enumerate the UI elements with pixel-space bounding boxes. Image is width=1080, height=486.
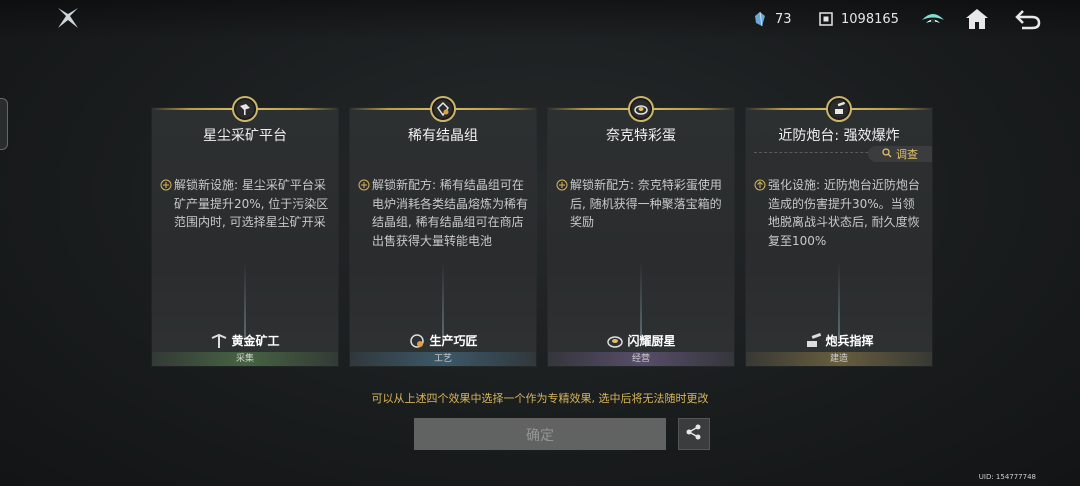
craftsman-icon [408, 333, 426, 349]
side-drawer-handle[interactable] [0, 98, 8, 150]
unlock-bullet-icon [160, 178, 172, 191]
artillery-icon [804, 332, 822, 349]
card-title: 奈克特彩蛋 [606, 128, 676, 144]
turret-badge-icon [826, 96, 852, 122]
chef-dish-icon [606, 333, 624, 349]
card-category: 采集 [152, 352, 338, 366]
card-title: 近防炮台: 强效爆炸 [778, 128, 900, 144]
crystal-icon [752, 11, 768, 27]
card-title: 星尘采矿平台 [203, 128, 287, 144]
magnifier-icon [882, 147, 892, 161]
confirm-button[interactable]: 确定 [414, 418, 666, 450]
card-title: 稀有结晶组 [408, 128, 478, 144]
inspect-button[interactable]: 调查 [868, 146, 932, 162]
share-button[interactable] [678, 418, 710, 450]
selection-hint: 可以从上述四个效果中选择一个作为专精效果, 选中后将无法随时更改 [371, 392, 709, 405]
card-description: 解锁新配方: 稀有结晶组可在电炉消耗各类结晶熔炼为稀有结晶组, 稀有结晶组可在商… [358, 176, 530, 250]
light-beam [838, 260, 840, 340]
card-description: 解锁新配方: 奈克特彩蛋使用后, 随机获得一种聚落宝箱的奖励 [556, 176, 728, 232]
resource-b: 1098165 [818, 11, 899, 27]
light-beam [244, 260, 246, 340]
light-beam [640, 260, 642, 340]
game-logo-icon[interactable] [56, 6, 80, 30]
resource-a: 73 [752, 11, 792, 27]
effect-card-mining[interactable]: 星尘采矿平台 解锁新设施: 星尘采矿平台采矿产量提升20%, 位于污染区范围内时… [152, 96, 338, 366]
card-category: 经营 [548, 352, 734, 366]
top-bar: 73 1098165 [0, 0, 1080, 40]
chip-icon [818, 11, 834, 27]
faction-icon[interactable] [920, 6, 946, 32]
card-role: 生产巧匠 [350, 332, 536, 349]
resource-a-value: 73 [775, 11, 792, 27]
upgrade-bullet-icon [754, 178, 766, 191]
card-role: 炮兵指挥 [746, 332, 932, 349]
mining-badge-icon [232, 96, 258, 122]
unlock-bullet-icon [556, 178, 568, 191]
share-icon [685, 423, 703, 445]
card-description: 强化设施: 近防炮台近防炮台造成的伤害提升30%。当领地脱离战斗状态后, 耐久度… [754, 176, 926, 250]
dish-badge-icon [628, 96, 654, 122]
unlock-bullet-icon [358, 178, 370, 191]
card-role: 闪耀厨星 [548, 332, 734, 349]
crystal-badge-icon [430, 96, 456, 122]
back-icon[interactable] [1014, 6, 1041, 32]
effect-card-turret[interactable]: 近防炮台: 强效爆炸 调查 强化设施: 近防炮台近防炮台造成的伤害提升30%。当… [746, 96, 932, 366]
home-icon[interactable] [964, 6, 990, 32]
card-category: 工艺 [350, 352, 536, 366]
user-id: UID: 154777748 [978, 473, 1036, 481]
card-category: 建造 [746, 352, 932, 366]
effect-card-egg[interactable]: 奈克特彩蛋 解锁新配方: 奈克特彩蛋使用后, 随机获得一种聚落宝箱的奖励 闪耀厨… [548, 96, 734, 366]
effect-card-crystal[interactable]: 稀有结晶组 解锁新配方: 稀有结晶组可在电炉消耗各类结晶熔炼为稀有结晶组, 稀有… [350, 96, 536, 366]
card-role: 黄金矿工 [152, 332, 338, 349]
resource-b-value: 1098165 [841, 11, 899, 27]
card-description: 解锁新设施: 星尘采矿平台采矿产量提升20%, 位于污染区范围内时, 可选择星尘… [160, 176, 332, 232]
light-beam [442, 260, 444, 340]
pickaxe-icon [210, 333, 228, 349]
